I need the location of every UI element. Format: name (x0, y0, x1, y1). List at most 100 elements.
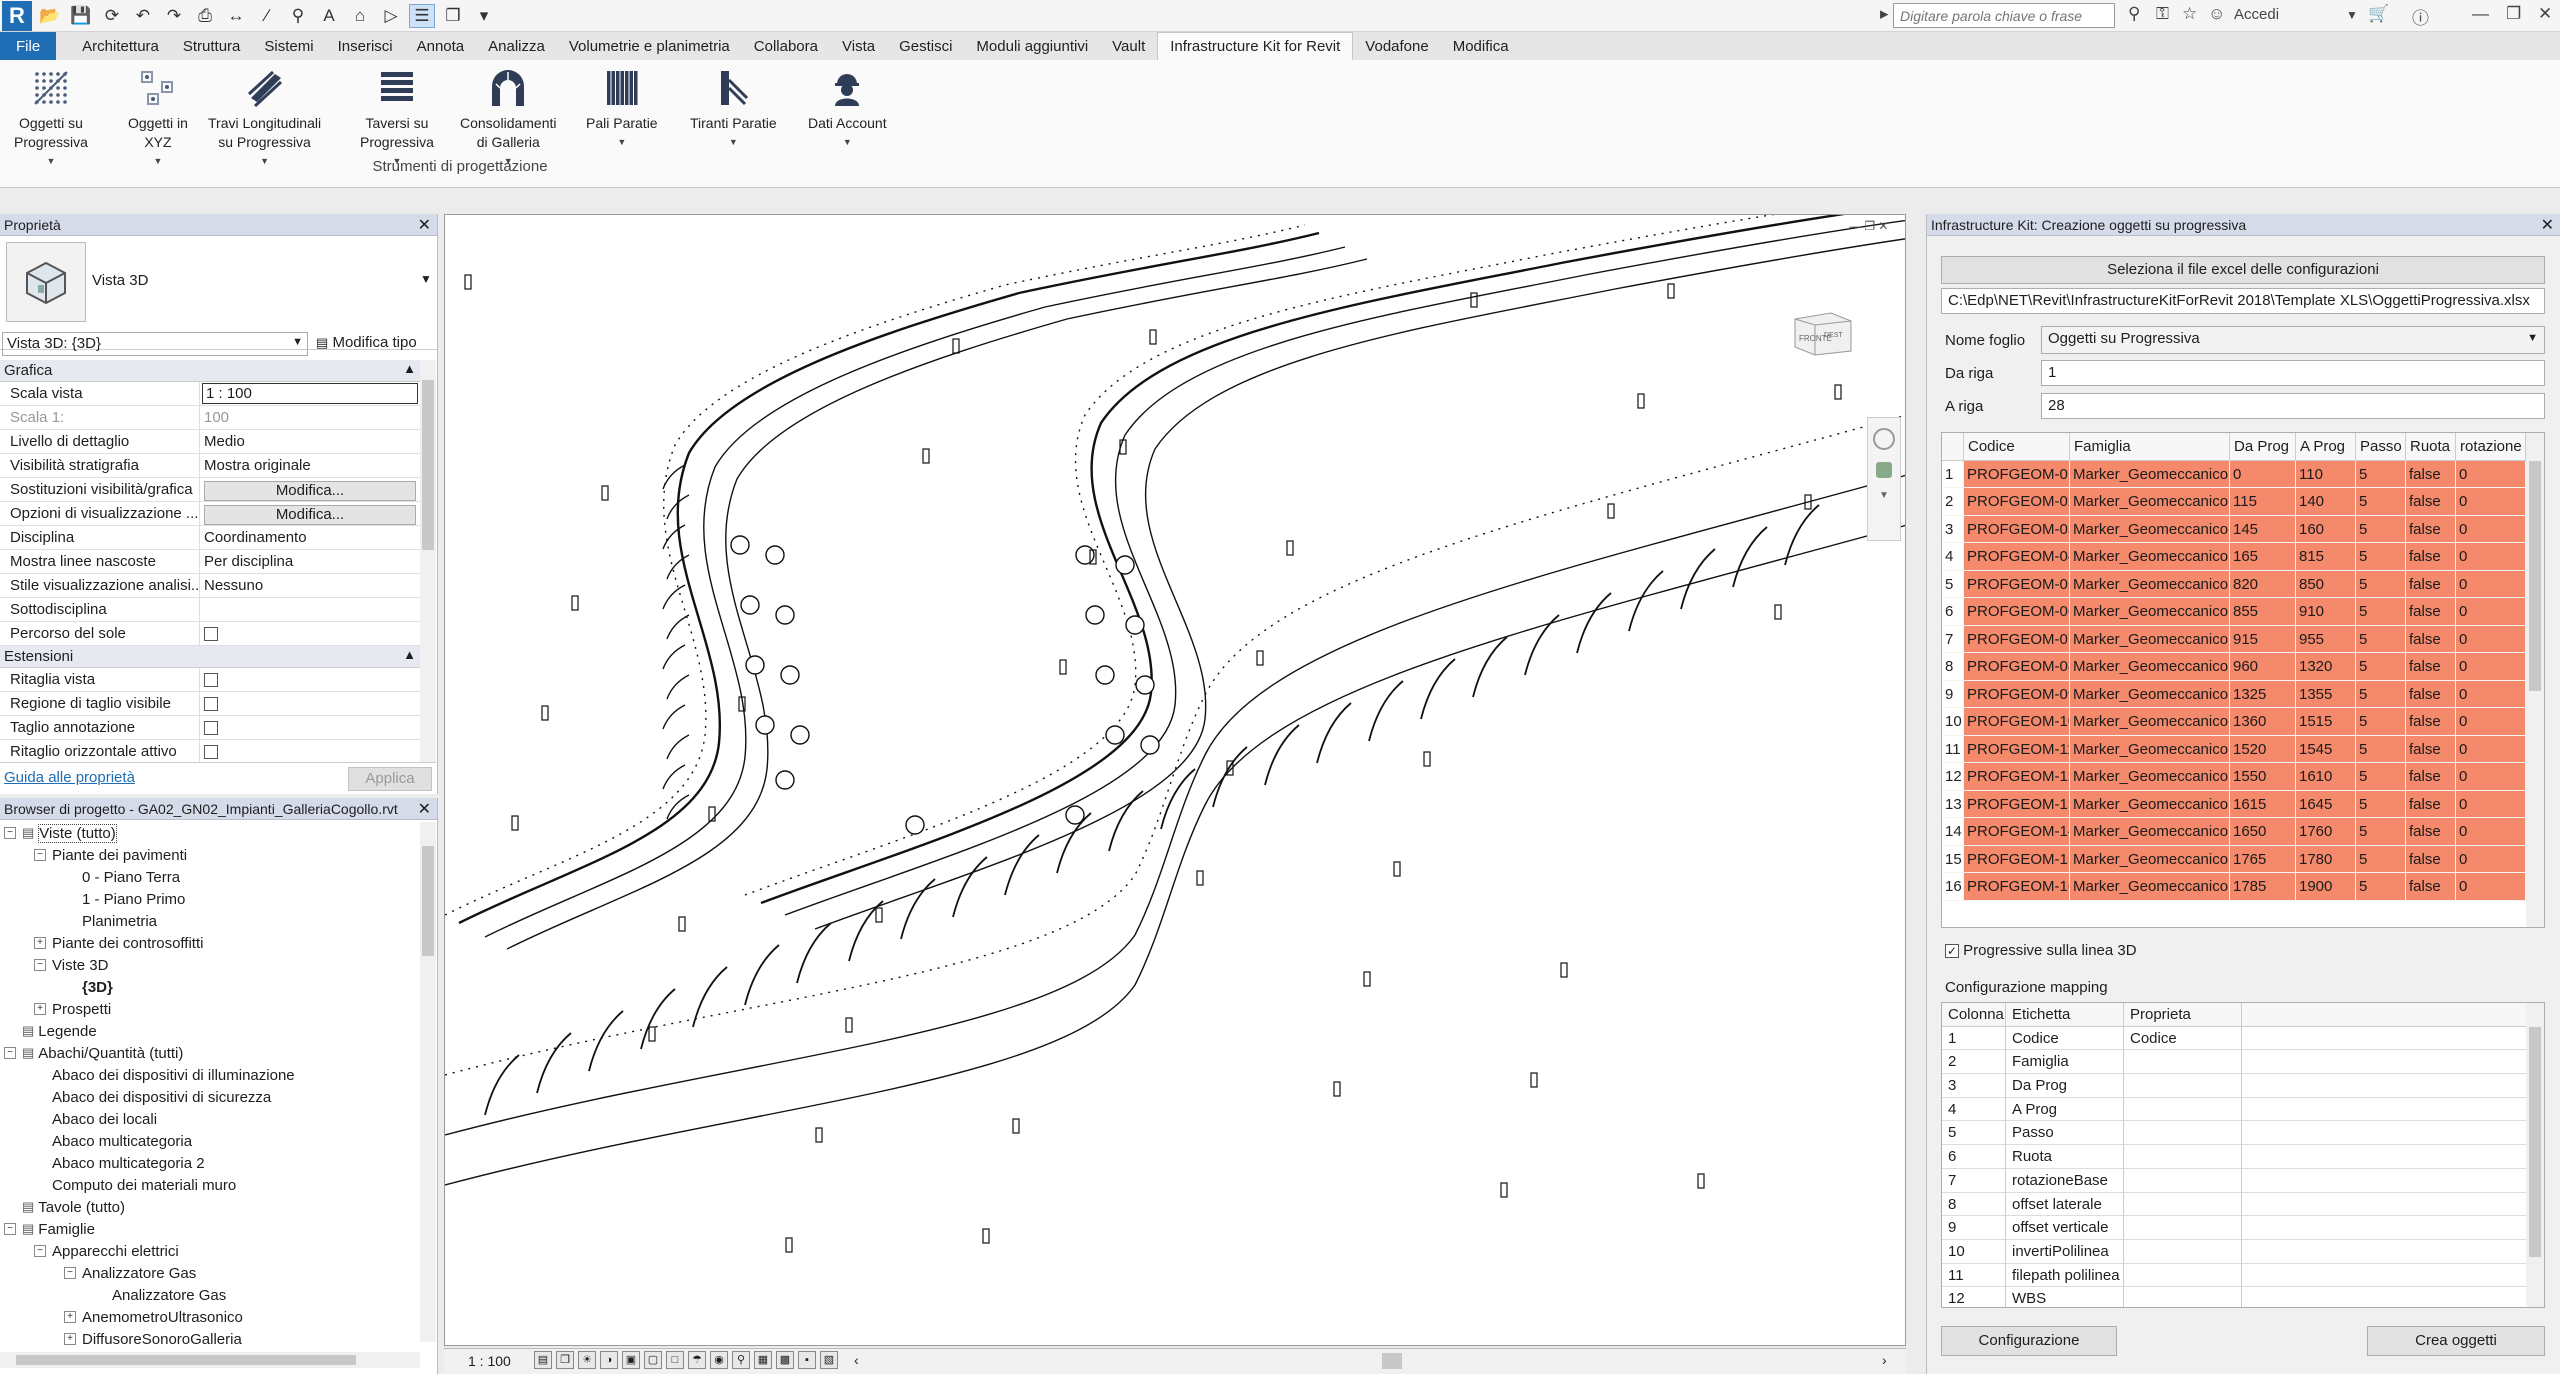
grid-cell[interactable]: PROFGEOM-04 (1964, 543, 2070, 571)
mapping-row[interactable]: 10 invertiPolilinea (1942, 1239, 2544, 1264)
mapping-row[interactable]: 9 offset verticale (1942, 1216, 2544, 1240)
signin-label[interactable]: Accedi (2234, 6, 2279, 23)
tree-node[interactable]: Abaco dei locali (0, 1108, 420, 1130)
grid-cell[interactable]: false (2406, 515, 2456, 543)
grid-cell[interactable]: 0 (2456, 653, 2526, 681)
grid-cell[interactable]: false (2406, 818, 2456, 846)
property-checkbox[interactable] (204, 627, 218, 642)
grid-row[interactable]: 9 PROFGEOM-09 Marker_Geomeccanico 1325 1355 5… (1942, 680, 2544, 708)
collapse-toggle-icon[interactable]: − (34, 959, 46, 971)
grid-cell[interactable]: PROFGEOM-01 (1964, 460, 2070, 488)
checkbox-checked-icon[interactable]: ✓ (1945, 944, 1959, 959)
ribbon-button-worker[interactable]: Dati Account ▼ (808, 66, 887, 152)
mapping-cell[interactable] (2242, 1050, 2544, 1075)
grid-cell[interactable]: 0 (2456, 515, 2526, 543)
grid-cell[interactable]: 0 (2456, 735, 2526, 763)
mapping-column-header[interactable] (2242, 1003, 2544, 1027)
constraints-icon[interactable]: ▧ (820, 1351, 838, 1369)
grid-column-header[interactable]: A Prog (2296, 433, 2356, 461)
close-browser-icon[interactable]: ✕ (418, 799, 431, 819)
grid-cell[interactable]: 0 (2456, 625, 2526, 653)
property-row[interactable]: Scala 1: 100 (0, 406, 420, 430)
collapse-toggle-icon[interactable]: − (4, 1223, 16, 1235)
property-checkbox[interactable] (204, 673, 218, 688)
tree-node[interactable]: Abaco multicategoria (0, 1130, 420, 1152)
grid-cell[interactable]: 5 (2356, 460, 2406, 488)
grid-cell[interactable]: 5 (2356, 680, 2406, 708)
property-checkbox[interactable] (204, 697, 218, 712)
grid-cell[interactable]: Marker_Geomeccanico (2070, 543, 2230, 571)
grid-cell[interactable]: PROFGEOM-11 (1964, 735, 2070, 763)
app-logo[interactable]: R (2, 0, 32, 31)
mapping-cell[interactable] (2124, 1145, 2242, 1169)
close-properties-icon[interactable]: ✕ (418, 215, 431, 235)
ribbon-button-anchor[interactable]: Tiranti Paratie ▼ (690, 66, 777, 152)
grid-cell[interactable]: 915 (2230, 625, 2296, 653)
measure-icon[interactable]: ↔ (223, 4, 249, 28)
ribbon-button-crossbeam[interactable]: Taversi su Progressiva ▼ (360, 66, 434, 171)
tree-node[interactable]: − ▤ Abachi/Quantità (tutti) (0, 1042, 420, 1064)
instance-selector[interactable]: Vista 3D: {3D} ▼ (2, 332, 308, 356)
grid-cell[interactable]: 855 (2230, 598, 2296, 626)
mapping-cell[interactable]: 3 (1942, 1074, 2006, 1098)
property-row[interactable]: Ritaglia vista (0, 668, 420, 692)
grid-cell[interactable]: PROFGEOM-12 (1964, 763, 2070, 791)
property-row[interactable]: Sostituzioni visibilità/grafica Modifica.… (0, 478, 420, 502)
tree-node[interactable]: − Viste 3D (0, 954, 420, 976)
mapping-cell[interactable]: 10 (1942, 1239, 2006, 1264)
grid-cell[interactable]: 815 (2296, 543, 2356, 571)
mapping-row[interactable]: 1 Codice Codice (1942, 1026, 2544, 1051)
grid-cell[interactable]: 5 (2356, 653, 2406, 681)
mapping-column-header[interactable]: Colonna (1942, 1003, 2006, 1027)
grid-column-header[interactable] (1942, 433, 1964, 461)
favorites-icon[interactable]: ☆ (2182, 4, 2197, 24)
section-icon[interactable]: ▷ (378, 4, 404, 28)
progressive-3d-checkbox[interactable]: ✓ Progressive sulla linea 3D (1945, 942, 2137, 959)
lock-view-icon[interactable]: ☂ (688, 1351, 706, 1369)
grid-row[interactable]: 7 PROFGEOM-07 Marker_Geomeccanico 915 955 5 fa… (1942, 625, 2544, 653)
grid-cell[interactable]: Marker_Geomeccanico (2070, 680, 2230, 708)
grid-cell[interactable]: Marker_Geomeccanico (2070, 845, 2230, 873)
property-value[interactable]: 100 (200, 406, 420, 429)
grid-cell[interactable]: 1760 (2296, 818, 2356, 846)
mapping-column-header[interactable]: Etichetta (2006, 1003, 2124, 1027)
apply-button[interactable]: Applica (348, 767, 432, 791)
tab-infrastructure-kit-for-revit[interactable]: Infrastructure Kit for Revit (1157, 32, 1354, 60)
close-icon[interactable]: ✕ (2538, 4, 2552, 24)
collapse-toggle-icon[interactable]: − (34, 849, 46, 861)
ribbon-button-xyz-points[interactable]: Oggetti in XYZ ▼ (128, 66, 188, 171)
grid-cell[interactable]: false (2406, 763, 2456, 791)
grid-cell[interactable]: 5 (2356, 735, 2406, 763)
binoculars-icon[interactable]: ⚲ (2128, 4, 2140, 24)
view-hscroll-thumb[interactable] (1382, 1353, 1402, 1369)
grid-column-header[interactable]: Famiglia (2070, 433, 2230, 461)
grid-cell[interactable]: 0 (2456, 598, 2526, 626)
section-grafica[interactable]: Grafica ▲ (0, 360, 420, 382)
grid-cell[interactable]: 1520 (2230, 735, 2296, 763)
tree-node[interactable]: − Piante dei pavimenti (0, 844, 420, 866)
grid-cell[interactable]: false (2406, 543, 2456, 571)
mapping-row[interactable]: 3 Da Prog (1942, 1074, 2544, 1098)
property-row[interactable]: Scala vista 1 : 100 (0, 382, 420, 406)
tree-node[interactable]: 0 - Piano Terra (0, 866, 420, 888)
grid-cell[interactable]: PROFGEOM-10 (1964, 708, 2070, 736)
tree-node[interactable]: − Analizzatore Gas (0, 1262, 420, 1284)
grid-row[interactable]: 15 PROFGEOM-15 Marker_Geomeccanico 1765 1780… (1942, 845, 2544, 873)
instance-dropdown-icon[interactable]: ▼ (292, 336, 303, 348)
grid-column-header[interactable]: Codice (1964, 433, 2070, 461)
grid-cell[interactable]: PROFGEOM-09 (1964, 680, 2070, 708)
mapping-cell[interactable]: 8 (1942, 1192, 2006, 1217)
tab-inserisci[interactable]: Inserisci (326, 32, 405, 60)
grid-cell[interactable]: 1780 (2296, 845, 2356, 873)
signin-dropdown-icon[interactable]: ▼ (2346, 8, 2358, 22)
grid-cell[interactable]: 0 (2456, 818, 2526, 846)
tree-node[interactable]: + Prospetti (0, 998, 420, 1020)
grid-row[interactable]: 10 PROFGEOM-10 Marker_Geomeccanico 1360 1515… (1942, 708, 2544, 736)
tree-node[interactable]: + DiffusoreSonoroGalleria (0, 1328, 420, 1350)
grid-cell[interactable]: false (2406, 570, 2456, 598)
property-value[interactable]: Mostra originale (200, 454, 420, 477)
grid-cell[interactable]: Marker_Geomeccanico (2070, 735, 2230, 763)
grid-cell[interactable]: 160 (2296, 515, 2356, 543)
detail-level-icon[interactable]: ▤ (534, 1351, 552, 1369)
tree-node[interactable]: − Apparecchi elettrici (0, 1240, 420, 1262)
